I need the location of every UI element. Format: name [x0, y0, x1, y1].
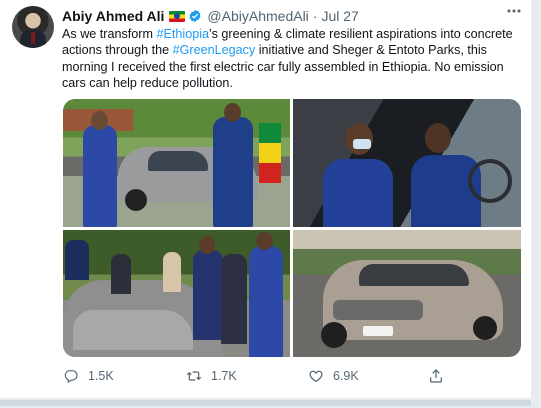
reply-button[interactable]: 1.5K [63, 364, 114, 388]
photo-car-handover[interactable] [63, 99, 290, 227]
tweet-text: As we transform #Ethiopia’s greening & c… [62, 26, 524, 92]
author-handle[interactable]: @AbiyAhmedAli [207, 8, 308, 24]
tweet-date[interactable]: Jul 27 [321, 8, 358, 24]
like-count: 6.9K [333, 369, 359, 383]
tweet-header: Abiy Ahmed Ali @AbiyAhmedAli · Jul 27 [62, 7, 359, 25]
scrollbar-thumb[interactable] [0, 400, 531, 406]
verified-icon [189, 9, 201, 23]
hashtag-greenlegacy-link[interactable]: #GreenLegacy [173, 43, 256, 57]
tweet-text-part: As we transform [62, 27, 157, 41]
reply-icon [64, 370, 78, 384]
retweet-button[interactable]: 1.7K [186, 364, 237, 388]
retweet-icon [186, 371, 202, 381]
photo-handshake[interactable] [63, 230, 290, 357]
share-icon [430, 369, 442, 383]
tweet[interactable]: Abiy Ahmed Ali @AbiyAhmedAli · Jul 27 As… [0, 0, 531, 398]
scrollbar-track[interactable] [531, 0, 541, 408]
header-separator: · [312, 8, 318, 24]
tweet-actions: 1.5K 1.7K 6.9K [0, 364, 531, 388]
avatar[interactable] [12, 6, 54, 48]
share-button[interactable] [428, 364, 453, 388]
like-icon [309, 370, 323, 383]
horizontal-scrollbar[interactable] [0, 398, 541, 408]
photo-inside-car[interactable] [293, 99, 521, 227]
ethiopia-flag-icon [169, 10, 186, 22]
more-icon[interactable] [505, 4, 523, 18]
media-grid [63, 99, 521, 357]
reply-count: 1.5K [88, 369, 114, 383]
like-button[interactable]: 6.9K [308, 364, 359, 388]
retweet-count: 1.7K [211, 369, 237, 383]
hashtag-ethiopia-link[interactable]: #Ethiopia [156, 27, 209, 41]
author-name[interactable]: Abiy Ahmed Ali [62, 8, 164, 24]
photo-electric-car[interactable] [293, 230, 521, 357]
